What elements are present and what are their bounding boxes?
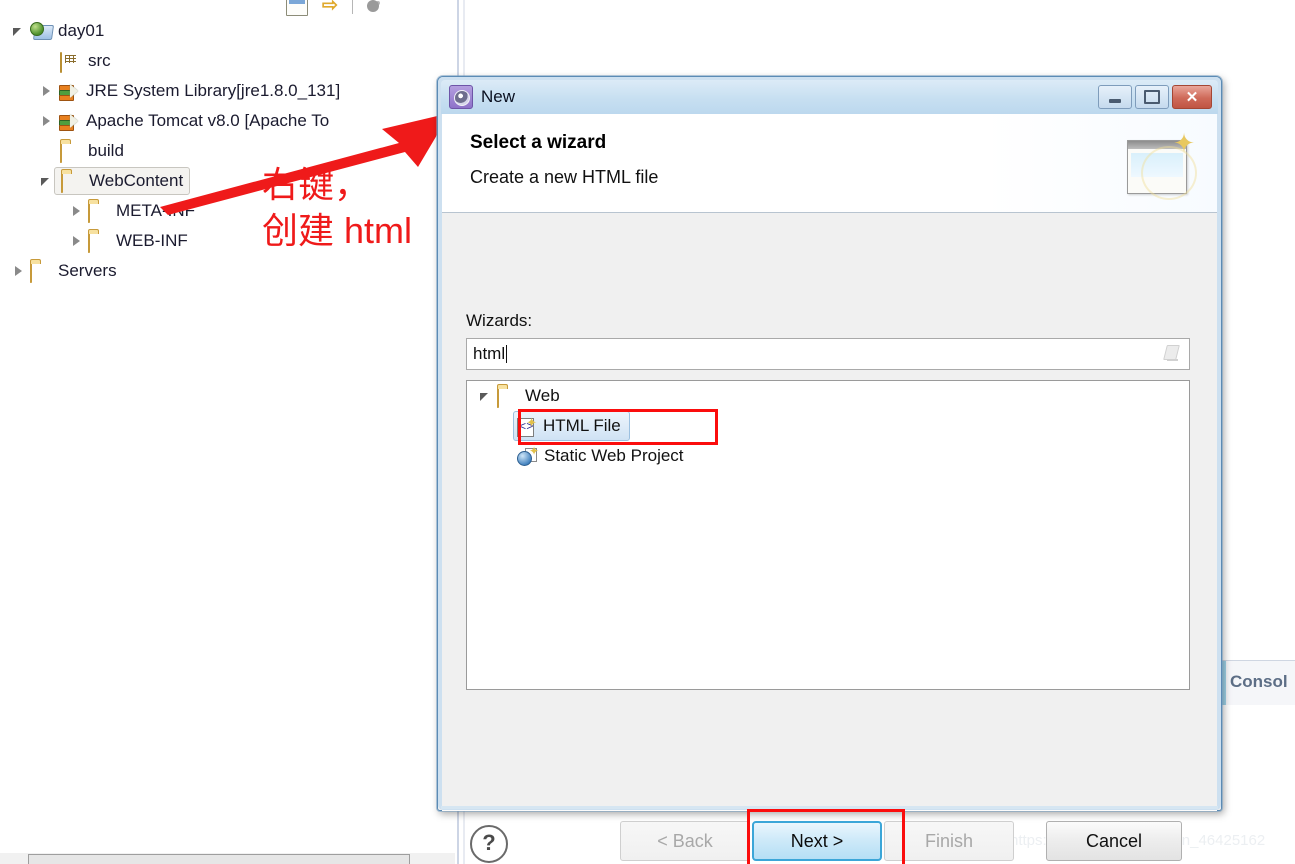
library-icon (58, 111, 80, 131)
package-icon (60, 51, 82, 73)
selected-wizard-highlight[interactable]: <> ✦ HTML File (513, 411, 630, 441)
folder-icon (88, 231, 110, 253)
back-button[interactable]: < Back (620, 821, 750, 861)
filter-input-value: html (473, 344, 506, 363)
dialog-title: New (481, 87, 516, 106)
cancel-button[interactable]: Cancel (1046, 821, 1182, 861)
wizard-list[interactable]: Web <> ✦ HTML File ✦ Static Web Project (466, 380, 1190, 690)
finish-button[interactable]: Finish (884, 821, 1014, 861)
server-icon[interactable] (366, 0, 379, 12)
tree-item-day01[interactable]: day01 (0, 16, 455, 46)
wizard-gear-icon (449, 85, 473, 109)
wizard-tree-item-web[interactable]: Web (467, 381, 1189, 411)
twisty-open-icon[interactable] (12, 24, 26, 38)
dialog-bottom-edge (441, 806, 1218, 809)
tree-item-servers[interactable]: Servers (0, 256, 455, 286)
help-icon: ? (482, 830, 496, 855)
tree-item-label: day01 (58, 21, 105, 40)
close-icon: ✕ (1185, 89, 1199, 106)
console-tab-label: Consol (1230, 672, 1288, 691)
maximize-button[interactable] (1135, 85, 1169, 109)
dialog-header-subtitle: Create a new HTML file (470, 167, 659, 187)
tree-item-label: build (88, 141, 124, 160)
dialog-titlebar[interactable]: New ✕ (441, 80, 1218, 114)
twisty-open-icon[interactable] (40, 174, 54, 188)
annotation-line-2: 创建 html (262, 210, 413, 251)
help-button[interactable]: ? (470, 825, 508, 863)
static-web-project-icon: ✦ (517, 445, 539, 466)
wizard-item-label: Static Web Project (544, 446, 684, 465)
html-file-icon: <> ✦ (516, 416, 537, 437)
scrollbar-thumb[interactable] (28, 854, 410, 864)
minimize-button[interactable] (1098, 85, 1132, 109)
forward-arrow-icon[interactable]: ⇨ (322, 0, 338, 15)
dialog-header: Select a wizard Create a new HTML file ✦ (442, 114, 1217, 213)
tree-item-label: WEB-INF (116, 231, 188, 250)
wizard-item-label: HTML File (543, 416, 621, 435)
next-button[interactable]: Next > (752, 821, 882, 861)
twisty-closed-icon[interactable] (12, 264, 26, 278)
button-area-separator-light (442, 810, 1217, 811)
wizard-item-label: Web (525, 386, 560, 405)
view-icon[interactable] (286, 0, 308, 16)
maximize-icon (1144, 90, 1160, 104)
tree-item-label: src (88, 51, 111, 70)
new-wizard-dialog[interactable]: New ✕ Select a wizard Create a new HTML … (437, 76, 1222, 864)
twisty-closed-icon[interactable] (40, 84, 54, 98)
wizard-filter-input[interactable]: html (466, 338, 1190, 370)
folder-icon (61, 171, 83, 193)
dialog-header-title: Select a wizard (470, 132, 607, 153)
dialog-button-row[interactable]: < Back Next > Finish Cancel (620, 821, 1182, 861)
toolbar-separator (351, 0, 353, 14)
new-file-sparkle-icon: ✦ (1121, 128, 1199, 200)
twisty-open-icon[interactable] (479, 389, 493, 403)
twisty-closed-icon[interactable] (70, 204, 84, 218)
explorer-horizontal-scrollbar[interactable] (0, 853, 455, 864)
twisty-closed-icon[interactable] (40, 114, 54, 128)
wizards-label: Wizards: (466, 311, 533, 330)
library-icon (58, 81, 80, 101)
project-icon (30, 21, 55, 41)
text-caret (506, 345, 508, 363)
window-controls[interactable]: ✕ (1098, 85, 1212, 109)
annotation-line-1: 右键， (262, 164, 371, 205)
folder-icon (30, 261, 52, 283)
dialog-body: Wizards: html Web <> ✦ HTML File ✦ Stati… (442, 213, 1217, 864)
twisty-closed-icon[interactable] (70, 234, 84, 248)
folder-icon (88, 201, 110, 223)
eraser-icon[interactable] (1163, 344, 1181, 364)
close-button[interactable]: ✕ (1172, 85, 1212, 109)
console-tab[interactable]: Consol (1222, 660, 1295, 705)
tree-item-label: Servers (58, 261, 117, 280)
folder-icon (497, 386, 519, 408)
tree-item-src[interactable]: src (0, 46, 455, 76)
minimize-icon (1109, 98, 1121, 103)
wizard-tree-item-static-web-project[interactable]: ✦ Static Web Project (467, 441, 1189, 471)
wizard-tree-item-html-file[interactable]: <> ✦ HTML File (467, 411, 1189, 441)
folder-icon (60, 141, 82, 163)
